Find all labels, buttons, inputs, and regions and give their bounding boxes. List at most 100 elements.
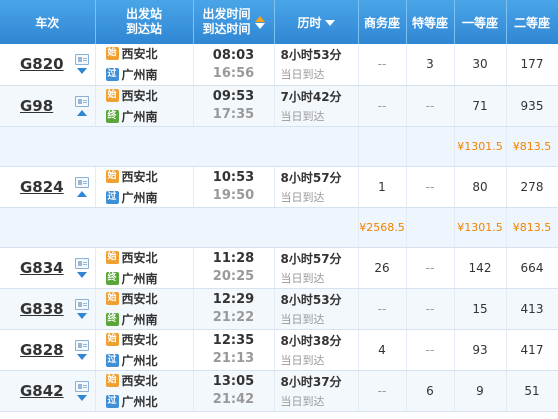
departure-time: 10:53 xyxy=(212,170,255,185)
stations-cell: 始西安北过广州北 xyxy=(95,370,194,412)
train-row: G834 始西安北终广州南 11:28 20:25 8小时57分 当日到达 26 -- 142 6… xyxy=(0,247,558,289)
destination-badge-icon: 过 xyxy=(105,353,119,367)
duration-cell: 8小时53分 当日到达 xyxy=(274,44,359,86)
collapse-arrow-icon[interactable] xyxy=(76,190,87,197)
duration: 8小时37分 xyxy=(280,374,342,389)
seat-second[interactable]: 413 xyxy=(506,288,558,330)
to-station: 广州南 xyxy=(121,271,158,286)
destination-badge-icon: 终 xyxy=(105,271,119,285)
seat-premium[interactable]: -- xyxy=(406,288,455,330)
train-number-link[interactable]: G828 xyxy=(20,341,64,359)
duration-cell: 8小时53分 当日到达 xyxy=(274,288,359,330)
seat-second[interactable]: 664 xyxy=(506,247,558,289)
departure-time: 13:05 xyxy=(212,374,255,389)
price-row-spacer xyxy=(0,207,359,248)
expand-arrow-icon[interactable] xyxy=(76,394,87,401)
arrival-time: 16:56 xyxy=(212,65,255,81)
seat-business[interactable]: -- xyxy=(358,288,407,330)
arrival-time: 17:35 xyxy=(212,107,255,122)
train-number-link[interactable]: G98 xyxy=(20,97,53,115)
seat-premium[interactable]: -- xyxy=(406,247,455,289)
seat-business[interactable]: 4 xyxy=(358,329,407,371)
price-premium xyxy=(406,207,455,248)
header-dep-time: 出发时间 xyxy=(202,7,251,21)
arrival-time: 20:25 xyxy=(212,269,255,284)
seat-second[interactable]: 935 xyxy=(506,85,558,127)
train-info-card-icon[interactable] xyxy=(74,95,89,107)
seat-second[interactable]: 278 xyxy=(506,166,558,208)
header-duration-label: 历时 xyxy=(297,15,322,30)
from-station: 西安北 xyxy=(121,291,158,306)
to-station: 广州北 xyxy=(121,394,158,409)
seat-first[interactable]: 30 xyxy=(454,44,507,86)
sort-down-icon[interactable] xyxy=(324,20,335,26)
train-number-link[interactable]: G834 xyxy=(20,259,64,277)
seat-business[interactable]: 26 xyxy=(358,247,407,289)
seat-business[interactable]: -- xyxy=(358,44,407,86)
stations-cell: 始西安北终广州南 xyxy=(95,85,194,127)
departure-time: 12:29 xyxy=(212,292,255,307)
expand-arrow-icon[interactable] xyxy=(76,68,87,75)
departure-time: 11:28 xyxy=(212,251,255,266)
header-times[interactable]: 出发时间 到达时间 xyxy=(193,0,275,44)
stations-cell: 始西安北过广州北 xyxy=(95,329,194,371)
seat-first[interactable]: 93 xyxy=(454,329,507,371)
price-row-spacer xyxy=(0,126,359,167)
seat-business[interactable]: -- xyxy=(358,85,407,127)
header-duration[interactable]: 历时 xyxy=(274,0,359,44)
header-arr-time: 到达时间 xyxy=(202,22,251,36)
seat-first[interactable]: 80 xyxy=(454,166,507,208)
times-cell: 11:28 20:25 xyxy=(193,247,275,289)
duration: 8小时53分 xyxy=(280,292,342,307)
train-number-link[interactable]: G838 xyxy=(20,300,64,318)
seat-first[interactable]: 15 xyxy=(454,288,507,330)
stations-cell: 始西安北过广州南 xyxy=(95,44,194,86)
train-info-card-icon[interactable] xyxy=(74,380,89,392)
train-number-link[interactable]: G820 xyxy=(20,55,64,73)
price-second: ¥813.5 xyxy=(506,126,558,167)
seat-business[interactable]: 1 xyxy=(358,166,407,208)
destination-badge-icon: 过 xyxy=(105,68,119,82)
train-row: G820 始西安北过广州南 08:03 16:56 8小时53分 当日到达 -- 3 30 177 xyxy=(0,44,558,86)
header-train-no[interactable]: 车次 xyxy=(0,0,96,44)
seat-first[interactable]: 71 xyxy=(454,85,507,127)
train-number-link[interactable]: G842 xyxy=(20,382,64,400)
train-info-card-icon[interactable] xyxy=(74,257,89,269)
train-cell: G824 xyxy=(0,166,96,208)
seat-premium[interactable]: 3 xyxy=(406,44,455,86)
expand-arrow-icon[interactable] xyxy=(76,271,87,278)
seat-second[interactable]: 417 xyxy=(506,329,558,371)
seat-first[interactable]: 142 xyxy=(454,247,507,289)
expand-arrow-icon[interactable] xyxy=(76,353,87,360)
train-info-card-icon[interactable] xyxy=(74,176,89,188)
header-stations[interactable]: 出发站 到达站 xyxy=(95,0,194,44)
arrival-day: 当日到达 xyxy=(280,312,325,326)
from-station: 西安北 xyxy=(121,332,158,347)
seat-premium[interactable]: -- xyxy=(406,85,455,127)
seat-premium[interactable]: -- xyxy=(406,329,455,371)
train-info-card-icon[interactable] xyxy=(74,339,89,351)
seat-second[interactable]: 177 xyxy=(506,44,558,86)
train-info-card-icon[interactable] xyxy=(74,54,89,66)
train-row: G98 始西安北终广州南 09:53 17:35 7小时42分 当日到达 -- -- 71 935 xyxy=(0,85,558,127)
seat-premium[interactable]: -- xyxy=(406,166,455,208)
header-first: 一等座 xyxy=(454,0,507,44)
times-cell: 12:29 21:22 xyxy=(193,288,275,330)
train-info-card-icon[interactable] xyxy=(74,298,89,310)
seat-premium[interactable]: 6 xyxy=(406,370,455,412)
header-premium: 特等座 xyxy=(406,0,455,44)
duration-cell: 7小时42分 当日到达 xyxy=(274,85,359,127)
sort-desc-icon[interactable] xyxy=(254,22,265,29)
to-station: 广州北 xyxy=(121,353,158,368)
expand-arrow-icon[interactable] xyxy=(76,312,87,319)
table-header-row: 车次 出发站 到达站 出发时间 到达时间 历时 商务座 特等座 一等座 二等座 xyxy=(0,0,558,44)
seat-second[interactable]: 51 xyxy=(506,370,558,412)
collapse-arrow-icon[interactable] xyxy=(76,109,87,116)
times-cell: 13:05 21:42 xyxy=(193,370,275,412)
sort-asc-icon[interactable] xyxy=(254,15,265,22)
seat-business[interactable]: -- xyxy=(358,370,407,412)
seat-first[interactable]: 9 xyxy=(454,370,507,412)
times-cell: 08:03 16:56 xyxy=(193,44,275,86)
train-number-link[interactable]: G824 xyxy=(20,178,64,196)
header-train-no-label: 车次 xyxy=(35,15,60,30)
